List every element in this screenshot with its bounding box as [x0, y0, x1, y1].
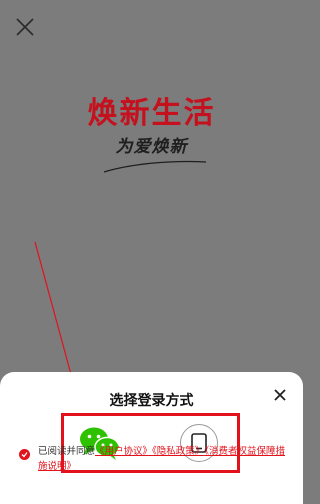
user-agreement-link[interactable]: 《用户协议》 — [95, 446, 152, 457]
slogan-underline-swash — [103, 160, 207, 173]
login-method-sheet: 选择登录方式 — [0, 372, 303, 504]
close-icon[interactable] — [14, 16, 36, 38]
privacy-policy-link[interactable]: 《隐私政策》 — [152, 446, 204, 457]
sheet-close-icon[interactable] — [270, 386, 290, 406]
agreement-text: 已阅读并同意《用户协议》《隐私政策》《消费者权益保障措施说明》 — [38, 444, 288, 474]
agreement-checkbox[interactable] — [19, 449, 30, 460]
sheet-title: 选择登录方式 — [109, 393, 194, 409]
agreement-prefix: 已阅读并同意 — [38, 446, 96, 457]
brand-title: 焕新生活 — [87, 96, 216, 131]
